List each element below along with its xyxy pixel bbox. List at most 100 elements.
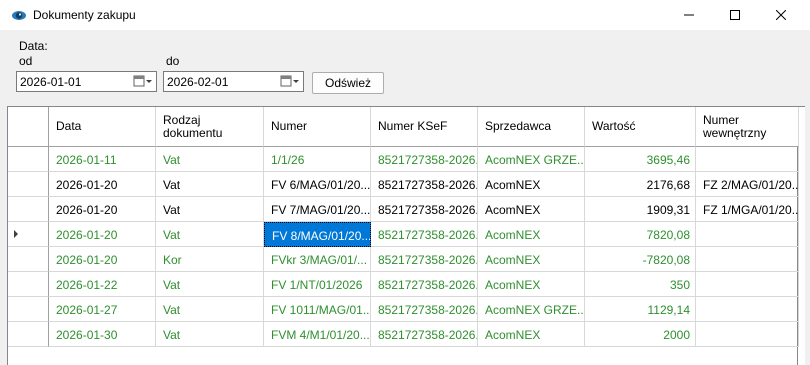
cell-rodzaj-dokumentu[interactable]: Kor xyxy=(156,247,264,272)
cell-numer[interactable]: FVkr 3/MAG/01/... xyxy=(264,247,371,272)
cell-numer-ksef[interactable]: 8521727358-2026... xyxy=(371,322,478,347)
table-row[interactable]: 2026-01-11 Vat 1/1/26 8521727358-2026... Aco… xyxy=(8,147,799,172)
from-date-value: 2026-01-01 xyxy=(20,75,82,89)
column-header-sprzedawca[interactable]: Sprzedawca xyxy=(478,107,585,147)
cell-data[interactable]: 2026-01-27 xyxy=(49,297,156,322)
from-date-picker[interactable]: 2026-01-01 xyxy=(16,71,157,92)
documents-grid[interactable]: Data Rodzaj dokumentu Numer Numer KSeF Sprze… xyxy=(7,106,805,365)
cell-wartosc[interactable]: 2176,68 xyxy=(585,172,696,197)
cell-numer-wewnetrzny[interactable]: FZ 2/MAG/01/20... xyxy=(696,172,799,197)
cell-numer[interactable]: FV 1/NT/01/2026 xyxy=(264,272,371,297)
grid-header-corner xyxy=(8,107,49,147)
minimize-button[interactable] xyxy=(666,0,712,30)
cell-sprzedawca[interactable]: AcomNEX GRZE... xyxy=(478,147,585,172)
cell-rodzaj-dokumentu[interactable]: Vat xyxy=(156,272,264,297)
row-header[interactable] xyxy=(8,197,49,222)
cell-numer-wewnetrzny[interactable] xyxy=(696,222,799,247)
cell-numer[interactable]: FVM 4/M1/01/20... xyxy=(264,322,371,347)
cell-numer[interactable]: FV 6/MAG/01/20... xyxy=(264,172,371,197)
close-icon xyxy=(776,10,786,20)
cell-sprzedawca[interactable]: AcomNEX GRZE... xyxy=(478,297,585,322)
table-row[interactable]: 2026-01-22 Vat FV 1/NT/01/2026 8521727358-2… xyxy=(8,272,799,297)
maximize-icon xyxy=(730,10,740,20)
cell-numer[interactable]: FV 1011/MAG/01... xyxy=(264,297,371,322)
cell-numer[interactable]: FV 7/MAG/01/20... xyxy=(264,197,371,222)
column-header-label: Wartość xyxy=(592,119,636,133)
cell-numer[interactable]: 1/1/26 xyxy=(264,147,371,172)
cell-numer-ksef[interactable]: 8521727358-2026... xyxy=(371,197,478,222)
cell-wartosc[interactable]: 7820,08 xyxy=(585,222,696,247)
row-header[interactable] xyxy=(8,147,49,172)
cell-data[interactable]: 2026-01-20 xyxy=(49,197,156,222)
column-header-numer-wewnetrzny[interactable]: Numer wewnętrzny xyxy=(696,107,799,147)
row-header[interactable] xyxy=(8,247,49,272)
table-row[interactable]: 2026-01-20 Vat FV 8/MAG/01/20... 8521727358… xyxy=(8,222,799,247)
to-date-picker[interactable]: 2026-02-01 xyxy=(163,71,304,92)
column-header-wartosc[interactable]: Wartość xyxy=(585,107,696,147)
cell-data[interactable]: 2026-01-22 xyxy=(49,272,156,297)
cell-numer[interactable]: FV 8/MAG/01/20... xyxy=(264,222,371,247)
column-header-label: Rodzaj dokumentu xyxy=(163,112,223,140)
cell-numer-wewnetrzny[interactable] xyxy=(696,322,799,347)
cell-numer-wewnetrzny[interactable] xyxy=(696,272,799,297)
cell-numer-ksef[interactable]: 8521727358-2026... xyxy=(371,147,478,172)
cell-sprzedawca[interactable]: AcomNEX xyxy=(478,222,585,247)
table-row[interactable]: 2026-01-20 Vat FV 6/MAG/01/20... 8521727358… xyxy=(8,172,799,197)
cell-wartosc[interactable]: 1129,14 xyxy=(585,297,696,322)
table-row[interactable]: 2026-01-20 Vat FV 7/MAG/01/20... 8521727358… xyxy=(8,197,799,222)
cell-rodzaj-dokumentu[interactable]: Vat xyxy=(156,147,264,172)
cell-sprzedawca[interactable]: AcomNEX xyxy=(478,272,585,297)
cell-wartosc[interactable]: 3695,46 xyxy=(585,147,696,172)
calendar-dropdown-icon[interactable] xyxy=(133,74,153,89)
date-label: Data: xyxy=(19,39,48,53)
cell-numer-ksef[interactable]: 8521727358-2026... xyxy=(371,297,478,322)
cell-numer-ksef[interactable]: 8521727358-2026... xyxy=(371,222,478,247)
table-row[interactable]: 2026-01-30 Vat FVM 4/M1/01/20... 8521727358… xyxy=(8,322,799,347)
column-header-label: Numer wewnętrzny xyxy=(703,112,767,140)
cell-rodzaj-dokumentu[interactable]: Vat xyxy=(156,222,264,247)
table-row[interactable]: 2026-01-20 Kor FVkr 3/MAG/01/... 8521727358… xyxy=(8,247,799,272)
cell-rodzaj-dokumentu[interactable]: Vat xyxy=(156,297,264,322)
refresh-button[interactable]: Odśwież xyxy=(312,72,384,94)
cell-sprzedawca[interactable]: AcomNEX xyxy=(478,322,585,347)
cell-numer-wewnetrzny[interactable] xyxy=(696,147,799,172)
cell-wartosc[interactable]: 1909,31 xyxy=(585,197,696,222)
cell-wartosc[interactable]: 350 xyxy=(585,272,696,297)
cell-numer-ksef[interactable]: 8521727358-2026... xyxy=(371,247,478,272)
column-header-numer[interactable]: Numer xyxy=(264,107,371,147)
cell-rodzaj-dokumentu[interactable]: Vat xyxy=(156,197,264,222)
cell-sprzedawca[interactable]: AcomNEX xyxy=(478,197,585,222)
cell-wartosc[interactable]: 2000 xyxy=(585,322,696,347)
cell-data[interactable]: 2026-01-30 xyxy=(49,322,156,347)
column-header-rodzaj-dokumentu[interactable]: Rodzaj dokumentu xyxy=(156,107,264,147)
row-header[interactable] xyxy=(8,172,49,197)
row-header[interactable] xyxy=(8,322,49,347)
cell-numer-ksef[interactable]: 8521727358-2026... xyxy=(371,272,478,297)
row-header[interactable] xyxy=(8,272,49,297)
cell-data[interactable]: 2026-01-20 xyxy=(49,222,156,247)
cell-rodzaj-dokumentu[interactable]: Vat xyxy=(156,172,264,197)
column-header-numer-ksef[interactable]: Numer KSeF xyxy=(371,107,478,147)
cell-data[interactable]: 2026-01-20 xyxy=(49,172,156,197)
cell-numer-ksef[interactable]: 8521727358-2026... xyxy=(371,172,478,197)
cell-rodzaj-dokumentu[interactable]: Vat xyxy=(156,322,264,347)
cell-data[interactable]: 2026-01-20 xyxy=(49,247,156,272)
to-date-value: 2026-02-01 xyxy=(167,75,229,89)
row-header[interactable] xyxy=(8,297,49,322)
cell-numer-wewnetrzny[interactable] xyxy=(696,247,799,272)
cell-wartosc[interactable]: -7820,08 xyxy=(585,247,696,272)
row-header[interactable] xyxy=(8,222,49,247)
cell-sprzedawca[interactable]: AcomNEX xyxy=(478,247,585,272)
maximize-button[interactable] xyxy=(712,0,758,30)
column-header-label: Sprzedawca xyxy=(485,119,552,133)
app-eye-icon xyxy=(12,11,26,20)
cell-data[interactable]: 2026-01-11 xyxy=(49,147,156,172)
cell-numer-wewnetrzny[interactable] xyxy=(696,297,799,322)
close-button[interactable] xyxy=(758,0,804,30)
calendar-dropdown-icon[interactable] xyxy=(280,74,300,89)
from-label: od xyxy=(19,54,33,68)
column-header-data[interactable]: Data xyxy=(49,107,156,147)
cell-sprzedawca[interactable]: AcomNEX xyxy=(478,172,585,197)
cell-numer-wewnetrzny[interactable]: FZ 1/MGA/01/20... xyxy=(696,197,799,222)
table-row[interactable]: 2026-01-27 Vat FV 1011/MAG/01... 8521727358… xyxy=(8,297,799,322)
